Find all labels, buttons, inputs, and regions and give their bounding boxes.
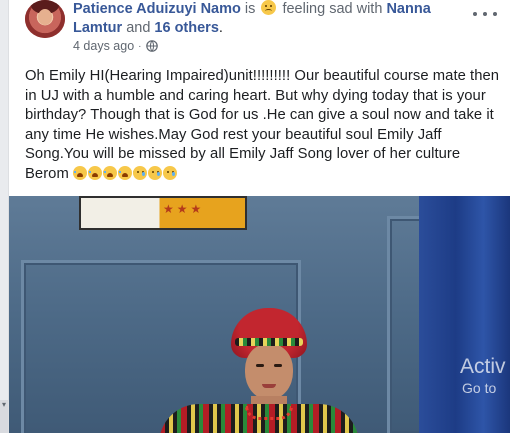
globe-icon[interactable] <box>145 40 158 52</box>
post-card: Patience Aduizuyi Namo is feeling sad wi… <box>8 0 510 433</box>
woman-portrait <box>231 308 307 400</box>
separator-dot: · <box>138 40 142 52</box>
sad-tear-face-icon <box>163 165 178 180</box>
others-link[interactable]: 16 others <box>154 20 218 36</box>
sad-tear-face-icon <box>148 165 163 180</box>
curtain <box>419 196 510 433</box>
post-photo[interactable]: ★★★ <box>9 196 510 433</box>
post-meta: 4 days ago · <box>73 39 158 53</box>
post-body: Oh Emily HI(Hearing Impaired)unit!!!!!!!… <box>25 67 503 184</box>
period: . <box>218 20 223 36</box>
loudly-crying-face-icon <box>118 165 136 180</box>
wall-art: ★★★ <box>79 196 247 230</box>
author-name[interactable]: Patience Aduizuyi Namo <box>73 1 241 17</box>
post-header: Patience Aduizuyi Namo is feeling sad wi… <box>9 0 510 62</box>
feeling-text: feeling sad with <box>282 1 383 17</box>
activate-windows-watermark: Activ <box>460 355 506 378</box>
avatar[interactable] <box>25 0 65 38</box>
more-options-icon[interactable] <box>473 6 497 22</box>
and-text: and <box>126 20 151 36</box>
timestamp[interactable]: 4 days ago <box>73 39 134 53</box>
scroll-down-arrow-icon[interactable]: ▾ <box>0 400 8 410</box>
emoji-row <box>73 165 178 182</box>
loudly-crying-face-icon <box>103 165 121 180</box>
loudly-crying-face-icon <box>88 165 106 180</box>
is-text: is <box>244 1 256 17</box>
author-line: Patience Aduizuyi Namo is feeling sad wi… <box>73 0 453 38</box>
sad-face-icon <box>261 0 277 15</box>
post-body-text: Oh Emily HI(Hearing Impaired)unit!!!!!!!… <box>25 68 500 182</box>
sad-tear-face-icon <box>133 165 148 180</box>
loudly-crying-face-icon <box>73 165 91 180</box>
activate-windows-subtext: Go to <box>462 380 497 396</box>
